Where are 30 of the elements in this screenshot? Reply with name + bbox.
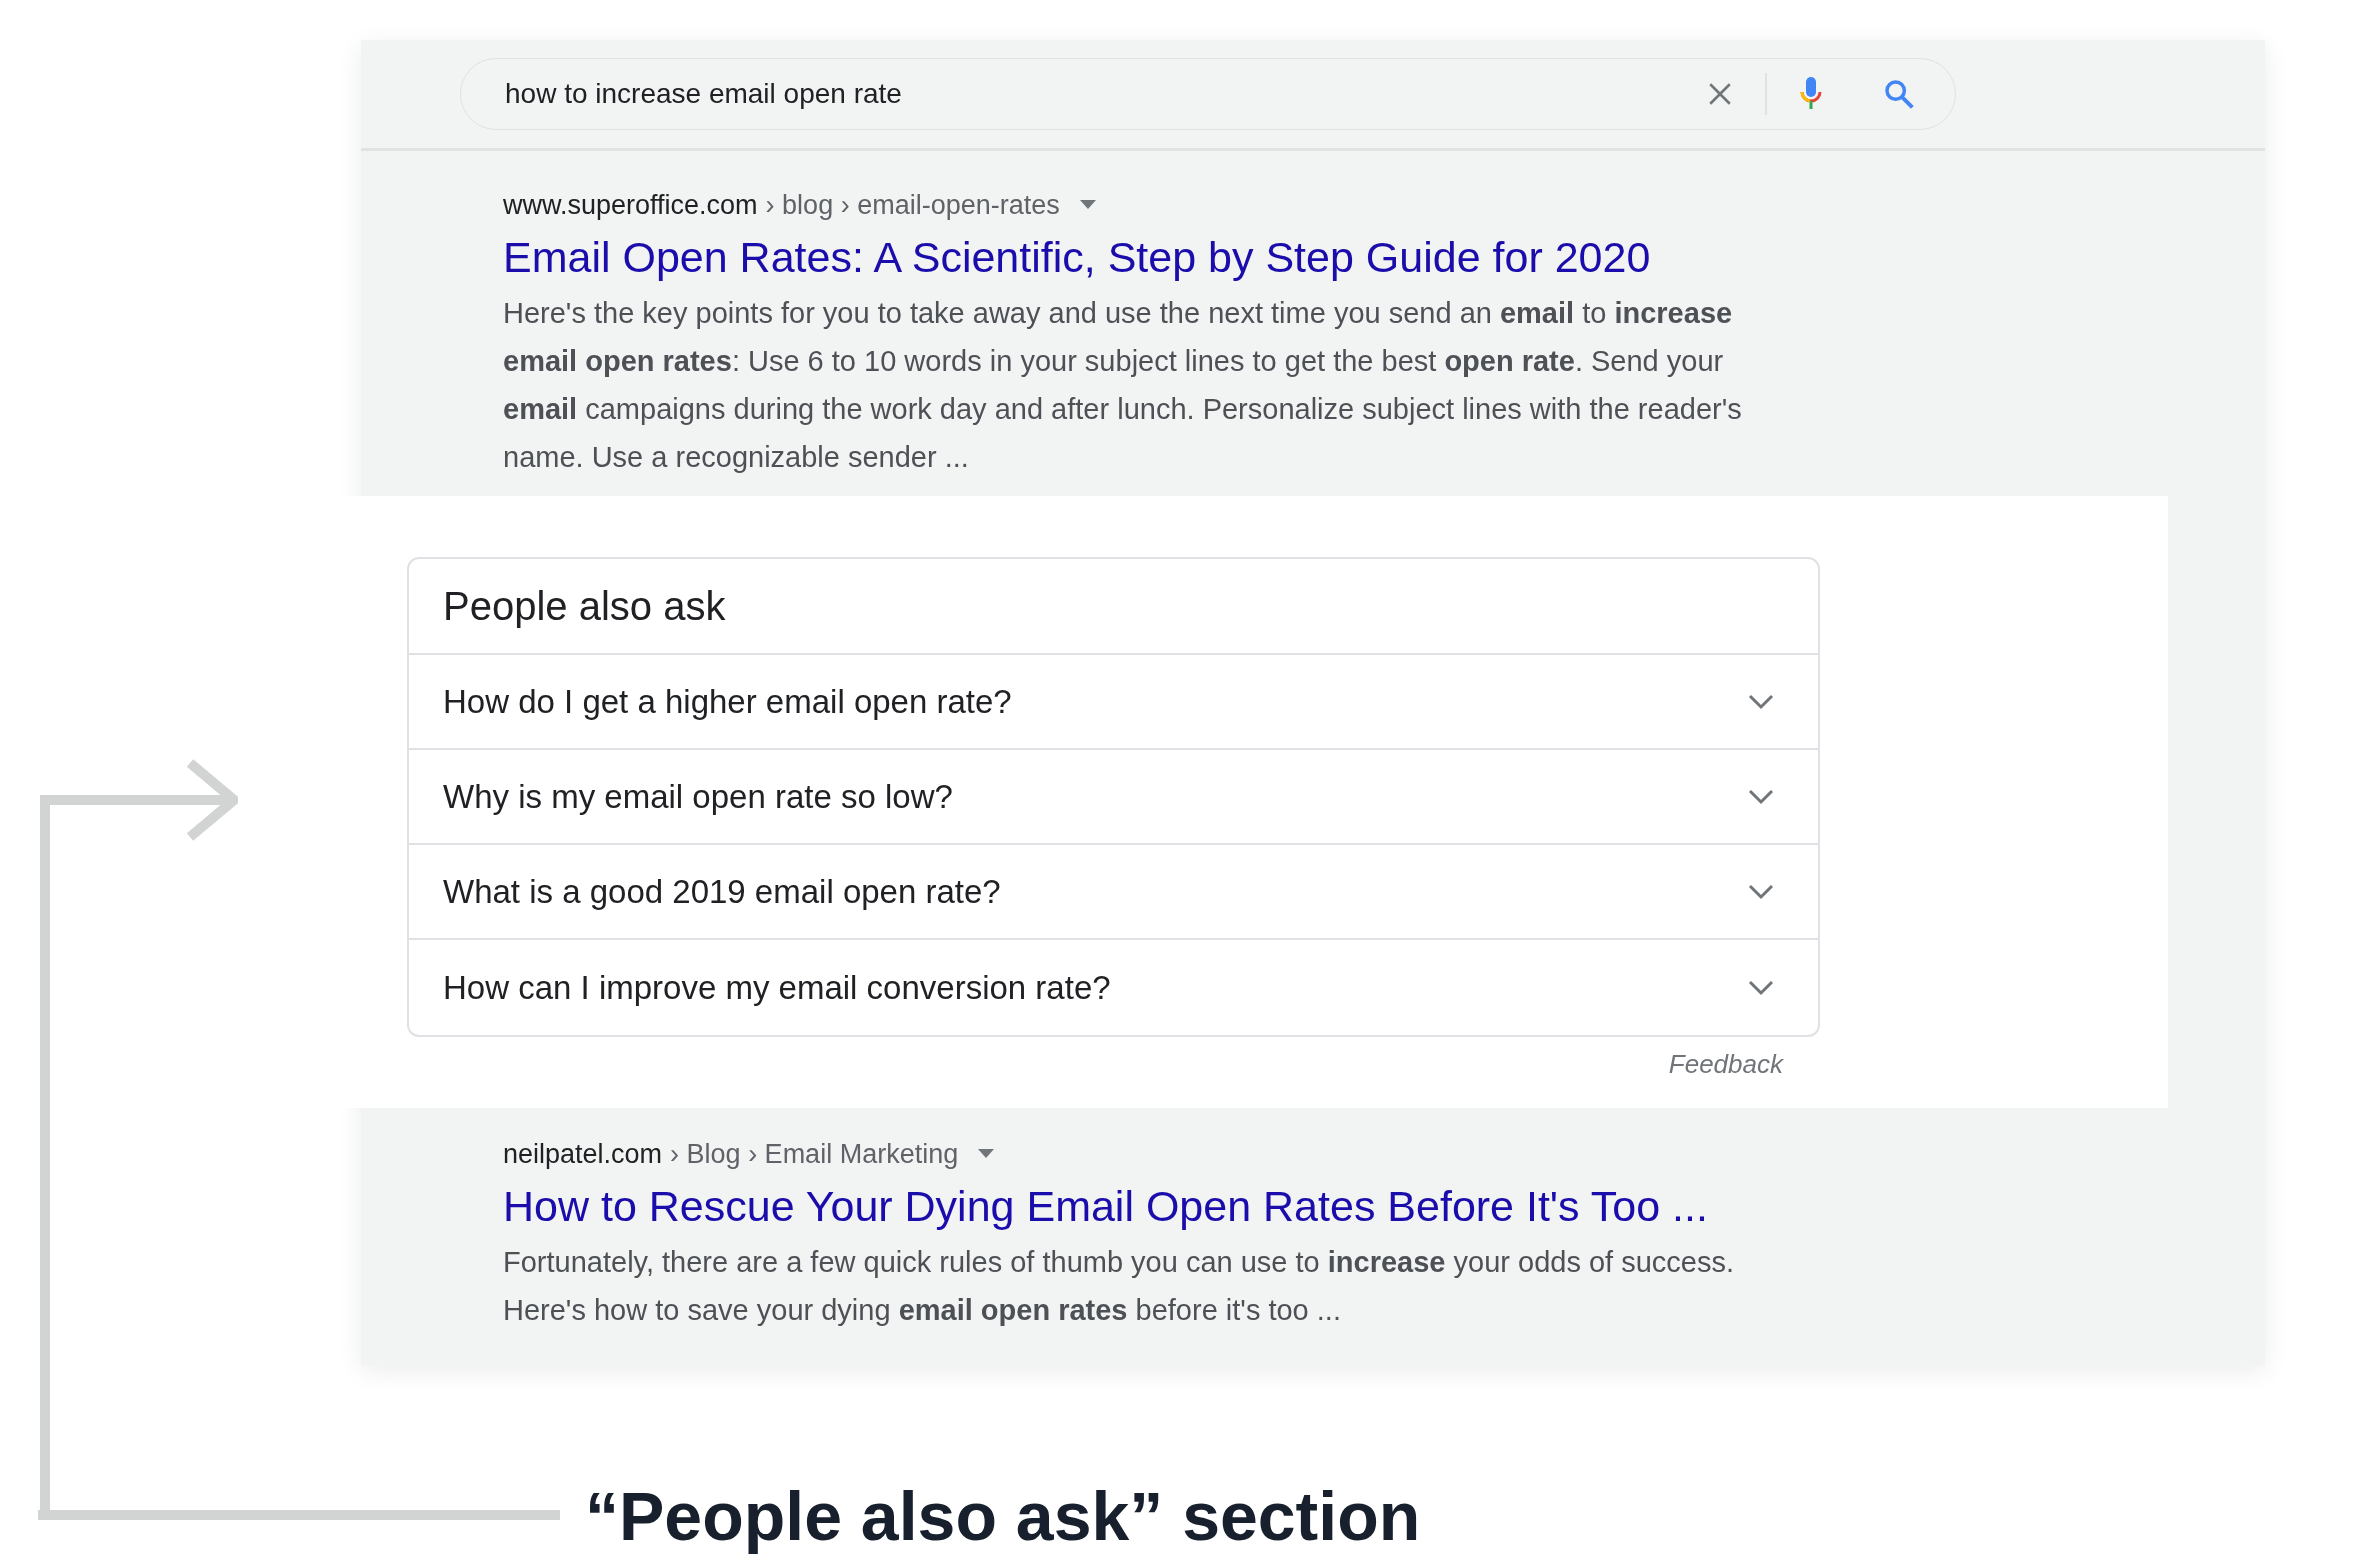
chevron-icon[interactable] xyxy=(1748,788,1774,805)
dropdown-caret-icon[interactable] xyxy=(1079,200,1096,210)
dropdown-caret-icon[interactable] xyxy=(978,1149,995,1159)
result-breadcrumb: › blog › email-open-rates xyxy=(765,189,1060,222)
search-icon[interactable] xyxy=(1883,78,1915,110)
result-title-link[interactable]: How to Rescue Your Dying Email Open Rates Before It's Too ... xyxy=(503,1174,2265,1238)
result-domain: neilpatel.com xyxy=(503,1138,663,1171)
result-snippet: Fortunately, there are a few quick rules of thumb you can use to increase your odds of success. Here's how to save your dying email open rates before it's too ... xyxy=(503,1245,1736,1328)
search-input[interactable]: how to increase email open rate xyxy=(505,73,1707,115)
result-breadcrumb: › Blog › Email Marketing xyxy=(670,1138,959,1171)
question-row[interactable]: How do I get a higher email open rate? xyxy=(409,655,1818,750)
question-text: How do I get a higher email open rate? xyxy=(443,681,1013,722)
chevron-icon[interactable] xyxy=(1748,693,1774,710)
question-text: What is a good 2019 email open rate? xyxy=(443,871,1002,912)
search-field[interactable]: how to increase email open rate xyxy=(460,58,1956,130)
result-title-link[interactable]: Email Open Rates: A Scientific, Step by Step Guide for 2020 xyxy=(503,225,2265,289)
chevron-icon[interactable] xyxy=(1748,979,1774,996)
question-row[interactable]: What is a good 2019 email open rate? xyxy=(409,845,1818,940)
feedback-link[interactable]: Feedback xyxy=(1668,1045,1783,1084)
close-icon[interactable] xyxy=(1707,81,1733,107)
caption: “People also ask” section xyxy=(585,1478,1421,1554)
question-row[interactable]: How can I improve my email conversion rate? xyxy=(409,940,1818,1035)
question-row[interactable]: Why is my email open rate so low? xyxy=(409,750,1818,845)
result-snippet: Here's the key points for you to take away and use the next time you send an email to increase email open rates: Use 6 to 10 words in your subject lines to get the best open rate. Send your email campaigns during the work day and after lunch. Personalize subject lines with the reader's name. Use a recognizable sender ... xyxy=(503,296,1743,475)
chevron-icon[interactable] xyxy=(1748,883,1774,900)
result-domain: www.superoffice.com xyxy=(503,189,758,222)
question-text: How can I improve my email conversion rate? xyxy=(443,967,1112,1008)
section-heading: People also ask xyxy=(443,583,726,630)
microphone-icon[interactable] xyxy=(1799,76,1823,112)
question-text: Why is my email open rate so low? xyxy=(443,776,954,817)
